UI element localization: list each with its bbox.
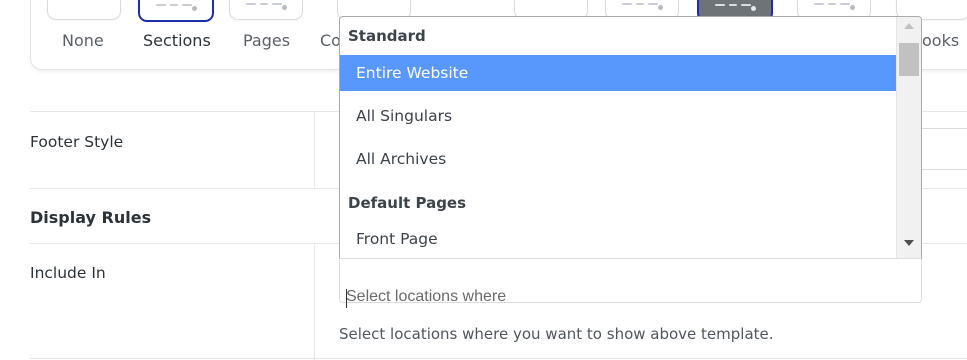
template-type-pages-label: Pages [243,31,291,50]
scroll-up-icon[interactable] [904,23,914,29]
display-rules-heading: Display Rules [30,208,152,227]
template-type-sections-tile[interactable] [138,0,214,22]
include-in-help-text: Select locations where you want to show … [339,325,774,343]
include-in-search-input[interactable] [346,288,906,306]
option-group-standard: Standard [348,27,426,45]
template-thumbnail [244,3,288,10]
template-thumbnail [620,3,664,10]
template-type-none-label: None [62,31,104,50]
scrollbar-thumb[interactable] [899,43,919,76]
option-front-page[interactable]: Front Page [340,221,896,257]
divider [30,358,967,359]
divider [314,243,315,360]
option-group-default-pages: Default Pages [348,194,467,212]
option-entire-website[interactable]: Entire Website [340,55,896,91]
dropdown-scrollbar[interactable] [896,17,921,258]
template-thumbnail [713,4,757,11]
template-type-pages-tile[interactable] [229,0,303,20]
template-type-co-label: Co [320,31,341,50]
template-thumbnail [154,4,198,11]
template-type-books-label: ooks [922,31,960,50]
divider [314,111,315,189]
footer-style-select[interactable] [920,128,967,170]
scroll-down-icon[interactable] [904,240,914,246]
template-type-sections-label: Sections [143,31,211,50]
template-type-none-tile[interactable] [47,0,121,20]
text-cursor [346,289,347,308]
include-in-label: Include In [30,264,106,282]
location-options-list: Standard Entire Website All Singulars Al… [340,17,896,258]
include-in-select[interactable] [339,256,922,306]
location-dropdown: Standard Entire Website All Singulars Al… [339,16,922,259]
option-all-singulars[interactable]: All Singulars [340,98,896,134]
option-all-archives[interactable]: All Archives [340,141,896,177]
footer-style-label: Footer Style [30,133,124,151]
template-thumbnail [812,3,856,10]
